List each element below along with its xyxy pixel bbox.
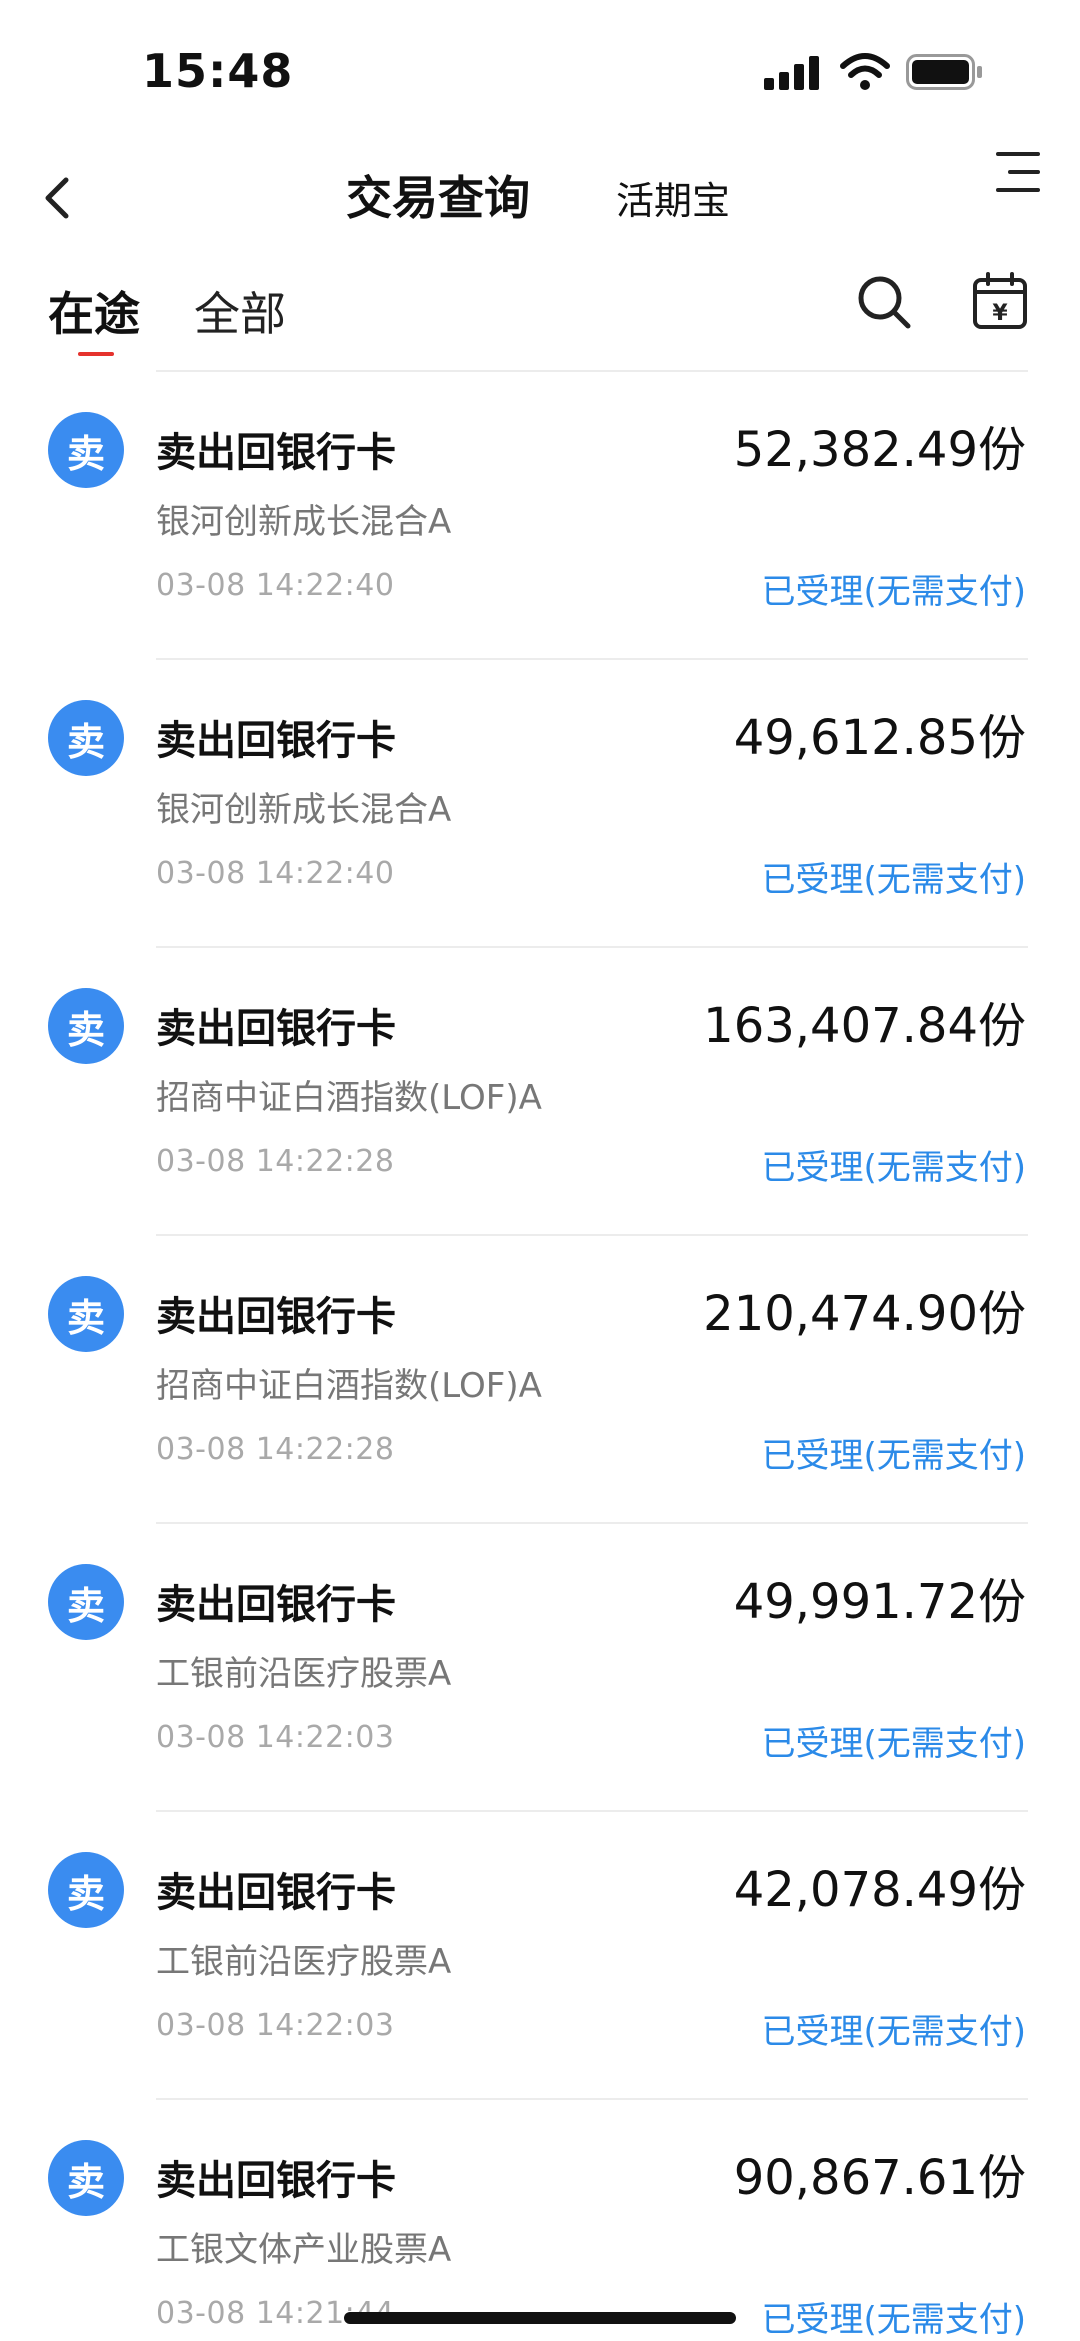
calendar-icon[interactable]: ¥ [970, 270, 1030, 332]
sell-avatar-icon: 卖 [48, 700, 124, 776]
transaction-row[interactable]: 卖 卖出回银行卡 210,474.90份 招商中证白酒指数(LOF)A 03-0… [0, 1236, 1080, 1524]
transaction-time: 03-08 14:22:40 [156, 856, 395, 891]
battery-icon [906, 54, 982, 90]
transaction-time: 03-08 14:22:28 [156, 1144, 395, 1179]
status-bar: 15:48 [0, 0, 1080, 140]
transaction-status: 已受理(无需支付) [761, 2300, 1026, 2340]
back-icon[interactable] [36, 168, 80, 228]
svg-text:¥: ¥ [992, 301, 1008, 326]
sell-avatar-icon: 卖 [48, 1564, 124, 1640]
transaction-row[interactable]: 卖 卖出回银行卡 42,078.49份 工银前沿医疗股票A 03-08 14:2… [0, 1812, 1080, 2100]
tab-in-transit[interactable]: 在途 [48, 278, 140, 344]
status-time: 15:48 [142, 44, 294, 98]
fund-name: 招商中证白酒指数(LOF)A [156, 1078, 542, 1118]
sell-avatar-icon: 卖 [48, 412, 124, 488]
transaction-time: 03-08 14:22:03 [156, 2008, 395, 2043]
transaction-row[interactable]: 卖 卖出回银行卡 49,991.72份 工银前沿医疗股票A 03-08 14:2… [0, 1524, 1080, 1812]
wifi-icon [840, 53, 890, 90]
transaction-amount: 42,078.49份 [733, 1862, 1026, 1918]
transaction-amount: 210,474.90份 [703, 1286, 1026, 1342]
transaction-status: 已受理(无需支付) [761, 1724, 1026, 1764]
transaction-row[interactable]: 卖 卖出回银行卡 49,612.85份 银河创新成长混合A 03-08 14:2… [0, 660, 1080, 948]
transaction-amount: 52,382.49份 [733, 422, 1026, 478]
transaction-time: 03-08 14:22:40 [156, 568, 395, 603]
transaction-type: 卖出回银行卡 [156, 1294, 396, 1340]
sell-avatar-icon: 卖 [48, 1276, 124, 1352]
nav-bar: 交易查询 活期宝 [0, 140, 1080, 270]
page-title: 交易查询 [346, 171, 530, 225]
transaction-type: 卖出回银行卡 [156, 2158, 396, 2204]
fund-name: 银河创新成长混合A [156, 790, 452, 830]
home-indicator[interactable] [344, 2312, 736, 2324]
transaction-status: 已受理(无需支付) [761, 860, 1026, 900]
transaction-type: 卖出回银行卡 [156, 1870, 396, 1916]
transaction-status: 已受理(无需支付) [761, 1436, 1026, 1476]
transaction-type: 卖出回银行卡 [156, 718, 396, 764]
signal-icon [764, 56, 822, 90]
transaction-list: 卖 卖出回银行卡 52,382.49份 银河创新成长混合A 03-08 14:2… [0, 372, 1080, 2341]
transaction-amount: 90,867.61份 [733, 2150, 1026, 2206]
transaction-amount: 49,612.85份 [733, 710, 1026, 766]
product-switch[interactable]: 活期宝 [616, 170, 730, 225]
transaction-amount: 49,991.72份 [733, 1574, 1026, 1630]
transaction-row[interactable]: 卖 卖出回银行卡 90,867.61份 工银文体产业股票A 03-08 14:2… [0, 2100, 1080, 2341]
transaction-type: 卖出回银行卡 [156, 430, 396, 476]
fund-name: 工银前沿医疗股票A [156, 1654, 452, 1694]
transaction-time: 03-08 14:22:03 [156, 1720, 395, 1755]
fund-name: 银河创新成长混合A [156, 502, 452, 542]
tab-all[interactable]: 全部 [194, 278, 286, 344]
transaction-type: 卖出回银行卡 [156, 1006, 396, 1052]
fund-name: 工银前沿医疗股票A [156, 1942, 452, 1982]
tabs-bar: 在途 全部 ¥ [0, 262, 1080, 372]
transaction-status: 已受理(无需支付) [761, 572, 1026, 612]
transaction-status: 已受理(无需支付) [761, 2012, 1026, 2052]
screen: 15:48 交易查询 活期宝 在途 全部 ¥ 卖 卖出回银行卡 52,382.4… [0, 0, 1080, 2341]
transaction-status: 已受理(无需支付) [761, 1148, 1026, 1188]
transaction-amount: 163,407.84份 [703, 998, 1026, 1054]
active-tab-indicator [78, 352, 114, 356]
menu-icon[interactable] [990, 148, 1046, 198]
transaction-row[interactable]: 卖 卖出回银行卡 52,382.49份 银河创新成长混合A 03-08 14:2… [0, 372, 1080, 660]
transaction-type: 卖出回银行卡 [156, 1582, 396, 1628]
sell-avatar-icon: 卖 [48, 1852, 124, 1928]
sell-avatar-icon: 卖 [48, 2140, 124, 2216]
transaction-row[interactable]: 卖 卖出回银行卡 163,407.84份 招商中证白酒指数(LOF)A 03-0… [0, 948, 1080, 1236]
transaction-time: 03-08 14:22:28 [156, 1432, 395, 1467]
search-icon[interactable] [854, 272, 914, 332]
sell-avatar-icon: 卖 [48, 988, 124, 1064]
fund-name: 工银文体产业股票A [156, 2230, 452, 2270]
fund-name: 招商中证白酒指数(LOF)A [156, 1366, 542, 1406]
